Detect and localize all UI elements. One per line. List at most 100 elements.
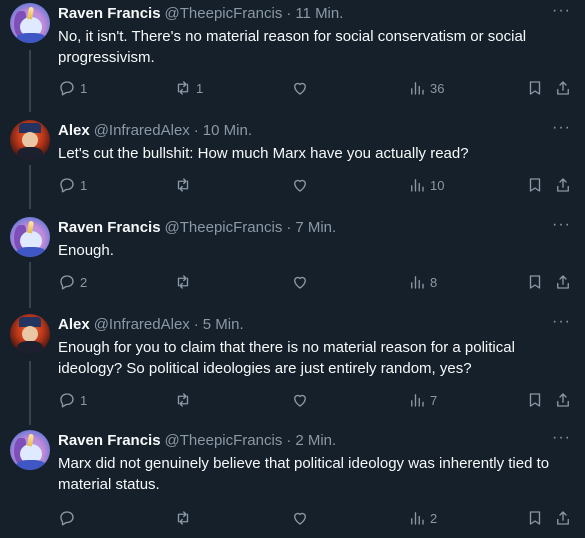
bookmark-button[interactable] bbox=[526, 78, 544, 98]
share-button[interactable] bbox=[554, 78, 572, 98]
bookmark-button[interactable] bbox=[526, 508, 544, 528]
retweet-button[interactable]: 1 bbox=[174, 78, 203, 98]
reply-icon bbox=[60, 178, 74, 193]
separator: · bbox=[286, 219, 292, 236]
separator: · bbox=[286, 5, 292, 22]
heart-icon bbox=[294, 179, 306, 192]
tweet-text: Marx did not genuinely believe that poli… bbox=[58, 455, 550, 493]
timestamp[interactable]: 5 Min. bbox=[203, 315, 244, 335]
share-icon bbox=[557, 81, 569, 95]
share-button[interactable] bbox=[554, 272, 572, 292]
retweet-icon bbox=[177, 178, 189, 192]
views-icon bbox=[411, 394, 424, 407]
reply-button[interactable] bbox=[58, 508, 80, 528]
views-button[interactable]: 2 bbox=[408, 508, 437, 528]
retweet-icon bbox=[177, 393, 189, 407]
heart-icon bbox=[294, 394, 306, 407]
share-button[interactable] bbox=[554, 390, 572, 410]
separator: · bbox=[286, 432, 292, 449]
author-handle[interactable]: @TheepicFrancis bbox=[165, 218, 283, 238]
tweet-text: No, it isn't. There's no material reason… bbox=[58, 28, 527, 66]
like-button[interactable] bbox=[291, 272, 313, 292]
like-button[interactable] bbox=[291, 508, 313, 528]
timestamp[interactable]: 10 Min. bbox=[203, 121, 252, 141]
heart-icon bbox=[294, 276, 306, 289]
reply-count: 1 bbox=[80, 80, 88, 96]
views-button[interactable]: 10 bbox=[408, 175, 444, 195]
retweet-icon bbox=[177, 81, 189, 95]
views-count: 8 bbox=[430, 274, 438, 290]
reply-button[interactable]: 2 bbox=[58, 272, 87, 292]
bookmark-icon bbox=[529, 275, 541, 289]
tweet-text: Let's cut the bullshit: How much Marx ha… bbox=[58, 145, 469, 162]
bookmark-button[interactable] bbox=[526, 175, 544, 195]
retweet-count: 1 bbox=[196, 80, 204, 96]
reply-icon bbox=[60, 393, 74, 408]
author-name[interactable]: Alex bbox=[58, 121, 90, 141]
retweet-button[interactable] bbox=[174, 175, 196, 195]
retweet-button[interactable] bbox=[174, 272, 196, 292]
timestamp[interactable]: 2 Min. bbox=[295, 431, 336, 451]
separator: · bbox=[193, 316, 199, 333]
like-button[interactable] bbox=[291, 390, 313, 410]
author-name[interactable]: Alex bbox=[58, 315, 90, 335]
views-icon bbox=[411, 512, 424, 525]
reply-icon bbox=[60, 81, 74, 96]
more-icon[interactable]: ··· bbox=[552, 120, 571, 136]
author-name[interactable]: Raven Francis bbox=[58, 218, 161, 238]
bookmark-icon bbox=[529, 81, 541, 95]
separator: · bbox=[193, 122, 199, 139]
views-icon bbox=[411, 179, 424, 192]
reply-button[interactable]: 1 bbox=[58, 175, 87, 195]
share-icon bbox=[557, 275, 569, 289]
tweet[interactable]: Alex @InfraredAlex · 5 Min. ··· Enough f… bbox=[0, 313, 585, 419]
avatar[interactable] bbox=[10, 430, 50, 470]
more-icon[interactable]: ··· bbox=[552, 3, 571, 19]
share-button[interactable] bbox=[554, 175, 572, 195]
views-button[interactable]: 36 bbox=[408, 78, 444, 98]
reply-button[interactable]: 1 bbox=[58, 390, 87, 410]
avatar[interactable] bbox=[10, 120, 50, 160]
tweet-text: Enough for you to claim that there is no… bbox=[58, 339, 515, 377]
bookmark-button[interactable] bbox=[526, 390, 544, 410]
retweet-button[interactable] bbox=[174, 390, 196, 410]
more-icon[interactable]: ··· bbox=[552, 314, 571, 330]
avatar[interactable] bbox=[10, 3, 50, 43]
more-icon[interactable]: ··· bbox=[552, 430, 571, 446]
reply-count: 2 bbox=[80, 274, 88, 290]
share-icon bbox=[557, 393, 569, 407]
timestamp[interactable]: 7 Min. bbox=[295, 218, 336, 238]
author-handle[interactable]: @InfraredAlex bbox=[94, 315, 190, 335]
views-button[interactable]: 8 bbox=[408, 272, 437, 292]
timestamp[interactable]: 11 Min. bbox=[295, 4, 343, 24]
views-count: 10 bbox=[430, 177, 445, 193]
share-button[interactable] bbox=[554, 508, 572, 528]
author-name[interactable]: Raven Francis bbox=[58, 431, 161, 451]
retweet-button[interactable] bbox=[174, 508, 196, 528]
bookmark-icon bbox=[529, 511, 541, 525]
views-button[interactable]: 7 bbox=[408, 390, 437, 410]
tweet[interactable]: Raven Francis @TheepicFrancis · 11 Min. … bbox=[0, 2, 585, 108]
reply-icon bbox=[60, 511, 74, 526]
views-count: 36 bbox=[430, 80, 445, 96]
reply-icon bbox=[60, 275, 74, 290]
author-handle[interactable]: @InfraredAlex bbox=[94, 121, 190, 141]
reply-button[interactable]: 1 bbox=[58, 78, 87, 98]
tweet[interactable]: Raven Francis @TheepicFrancis · 2 Min. ·… bbox=[0, 429, 585, 535]
author-handle[interactable]: @TheepicFrancis bbox=[165, 431, 283, 451]
avatar[interactable] bbox=[10, 314, 50, 354]
author-handle[interactable]: @TheepicFrancis bbox=[165, 4, 283, 24]
more-icon[interactable]: ··· bbox=[552, 217, 571, 233]
tweet[interactable]: Alex @InfraredAlex · 10 Min. ··· Let's c… bbox=[0, 119, 585, 207]
like-button[interactable] bbox=[291, 175, 313, 195]
views-count: 2 bbox=[430, 510, 438, 526]
bookmark-icon bbox=[529, 393, 541, 407]
conversation-thread: Raven Francis @TheepicFrancis · 11 Min. … bbox=[0, 0, 585, 538]
like-button[interactable] bbox=[291, 78, 313, 98]
bookmark-button[interactable] bbox=[526, 272, 544, 292]
tweet[interactable]: Raven Francis @TheepicFrancis · 7 Min. ·… bbox=[0, 216, 585, 304]
avatar[interactable] bbox=[10, 217, 50, 257]
author-name[interactable]: Raven Francis bbox=[58, 4, 161, 24]
retweet-icon bbox=[177, 275, 189, 289]
heart-icon bbox=[294, 512, 306, 525]
